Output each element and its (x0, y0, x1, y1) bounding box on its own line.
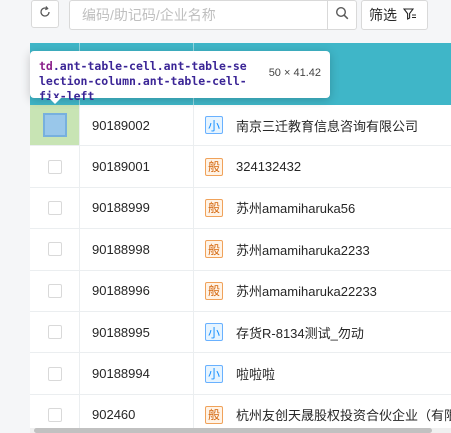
row-company-name: 324132432 (236, 159, 302, 175)
row-name-cell: 小南京三迁教育信息咨询有限公司 (194, 105, 451, 145)
row-company-name: 杭州友创天晟股权投资合伙企业（有限 (236, 408, 451, 424)
table-row[interactable]: 90188995 小存货R-8134测试_勿动 (30, 311, 451, 354)
row-code: 90188994 (80, 353, 194, 394)
filter-label: 筛选 (369, 7, 397, 23)
search-button[interactable] (327, 0, 357, 30)
devtools-inspect-tooltip: td.ant-table-cell.ant-table-selection-co… (30, 51, 330, 104)
row-code: 90188999 (80, 187, 194, 229)
row-name-cell: 小存货R-8134测试_勿动 (194, 312, 451, 352)
row-select-cell[interactable] (30, 311, 80, 353)
row-select-cell[interactable] (30, 270, 80, 311)
row-select-cell[interactable] (30, 353, 80, 394)
table-body: 90189002 小南京三迁教育信息咨询有限公司 90189001 般 32413243… (30, 105, 451, 433)
row-code: 90188995 (80, 311, 194, 353)
row-company-name: 啦啦啦 (236, 367, 276, 383)
row-checkbox[interactable] (47, 283, 62, 298)
general-taxpayer-badge: 般 (205, 240, 223, 259)
row-checkbox[interactable] (47, 407, 62, 422)
row-company-name: 南京三迁教育信息咨询有限公司 (236, 118, 419, 134)
row-company-name: 存货R-8134测试_勿动 (236, 325, 364, 341)
row-select-cell[interactable] (30, 229, 80, 270)
row-name-cell: 般苏州amamiharuka2233 (194, 229, 451, 269)
tooltip-element-size: 50 × 41.42 (268, 67, 321, 79)
small-scale-badge: 小 (205, 364, 223, 383)
filter-icon (402, 7, 417, 24)
row-name-cell: 小啦啦啦 (194, 353, 451, 393)
general-taxpayer-badge: 般 (205, 405, 223, 424)
row-checkbox[interactable] (47, 200, 62, 215)
table-row[interactable]: 90188998 般苏州amamiharuka2233 (30, 229, 451, 271)
row-checkbox[interactable] (47, 159, 62, 174)
tooltip-element-classes: .ant-table-cell.ant-table-selection-colu… (39, 59, 247, 103)
row-checkbox[interactable] (47, 242, 62, 257)
row-name-cell: 般苏州amamiharuka56 (194, 188, 451, 228)
refresh-button[interactable] (31, 0, 59, 28)
row-select-cell[interactable] (30, 187, 80, 229)
row-company-name: 苏州amamiharuka56 (236, 201, 356, 217)
row-name-cell: 般苏州amamiharuka22233 (194, 271, 451, 311)
general-taxpayer-badge: 般 (205, 157, 223, 176)
tooltip-element-tag: td (39, 59, 53, 73)
row-code: 90189001 (80, 146, 194, 187)
row-name-cell: 般 324132432 (194, 146, 451, 186)
row-company-name: 苏州amamiharuka22233 (236, 284, 377, 300)
scrollbar-thumb[interactable] (34, 428, 432, 433)
horizontal-scrollbar[interactable] (30, 428, 451, 433)
search-input[interactable] (69, 0, 327, 30)
tooltip-element-name: td.ant-table-cell.ant-table-selection-co… (39, 59, 249, 104)
row-company-name: 苏州amamiharuka2233 (236, 242, 370, 258)
row-checkbox[interactable] (47, 366, 62, 381)
general-taxpayer-badge: 般 (205, 198, 223, 217)
small-scale-badge: 小 (205, 116, 223, 135)
row-checkbox[interactable] (47, 325, 62, 340)
table-row[interactable]: 90189001 般 324132432 (30, 146, 451, 188)
table-row[interactable]: 90188994 小啦啦啦 (30, 353, 451, 395)
table-row[interactable]: 90188999 般苏州amamiharuka56 (30, 187, 451, 230)
row-select-cell[interactable] (30, 105, 80, 146)
row-code: 90188998 (80, 229, 194, 270)
table-row[interactable]: 90188996 般苏州amamiharuka22233 (30, 270, 451, 312)
general-taxpayer-badge: 般 (205, 281, 223, 300)
filter-button[interactable]: 筛选 (361, 0, 428, 30)
refresh-icon (38, 5, 52, 24)
row-code: 90189002 (80, 105, 194, 146)
table-row[interactable]: 90189002 小南京三迁教育信息咨询有限公司 (30, 105, 451, 147)
tooltip-arrow (49, 98, 61, 104)
row-select-cell[interactable] (30, 146, 80, 187)
row-code: 90188996 (80, 270, 194, 311)
toolbar: 筛选 (0, 0, 451, 30)
small-scale-badge: 小 (205, 323, 223, 342)
search-icon (335, 6, 349, 25)
row-checkbox[interactable] (42, 113, 67, 138)
